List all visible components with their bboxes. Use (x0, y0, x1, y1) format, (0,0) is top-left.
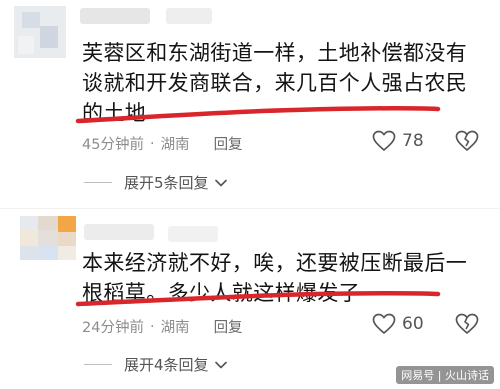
username-blurred (168, 226, 218, 242)
expand-divider-line (84, 364, 112, 365)
meta-separator: · (149, 318, 155, 335)
meta-separator: · (149, 135, 155, 152)
dislike-button[interactable] (455, 130, 479, 152)
expand-replies-button[interactable]: 展开5条回复 (84, 172, 227, 193)
comment-meta: 45分钟前 · 湖南 回复 (82, 133, 243, 154)
comment-text: 芙蓉区和东湖街道一样，土地补偿都没有谈就和开发商联合，来几百个人强占农民的土地 (82, 41, 468, 125)
reply-button[interactable]: 回复 (214, 316, 243, 337)
broken-heart-icon (455, 130, 479, 151)
expand-replies-button[interactable]: 展开4条回复 (84, 354, 227, 375)
expand-replies-label: 展开5条回复 (124, 174, 209, 192)
like-count: 60 (402, 314, 424, 334)
chevron-down-icon (214, 179, 227, 186)
username-blurred (166, 8, 212, 24)
avatar[interactable] (20, 216, 76, 260)
dislike-button[interactable] (455, 313, 479, 335)
watermark: 网易号 | 火山诗话 (396, 366, 494, 384)
expand-divider-line (84, 182, 112, 183)
comment-divider (0, 208, 500, 209)
like-button[interactable]: 60 (372, 313, 424, 335)
comment-location: 湖南 (160, 137, 190, 153)
comment-location: 湖南 (160, 320, 190, 336)
like-button[interactable]: 78 (372, 130, 424, 152)
expand-replies-label: 展开4条回复 (124, 356, 209, 374)
comment-time: 45分钟前 (82, 137, 144, 153)
username-blurred[interactable] (80, 8, 150, 24)
comment-text: 本来经济就不好，唉，还要被压断最后一根稻草。多少人就这样爆发了 (82, 251, 468, 305)
chevron-down-icon (214, 361, 227, 368)
broken-heart-icon (455, 313, 479, 334)
reply-button[interactable]: 回复 (214, 133, 243, 154)
heart-icon (372, 313, 396, 334)
comment-time: 24分钟前 (82, 320, 144, 336)
heart-icon (372, 130, 396, 151)
username-blurred[interactable] (84, 224, 154, 240)
avatar[interactable] (14, 6, 66, 58)
like-count: 78 (402, 131, 424, 151)
comment-meta: 24分钟前 · 湖南 回复 (82, 316, 243, 337)
